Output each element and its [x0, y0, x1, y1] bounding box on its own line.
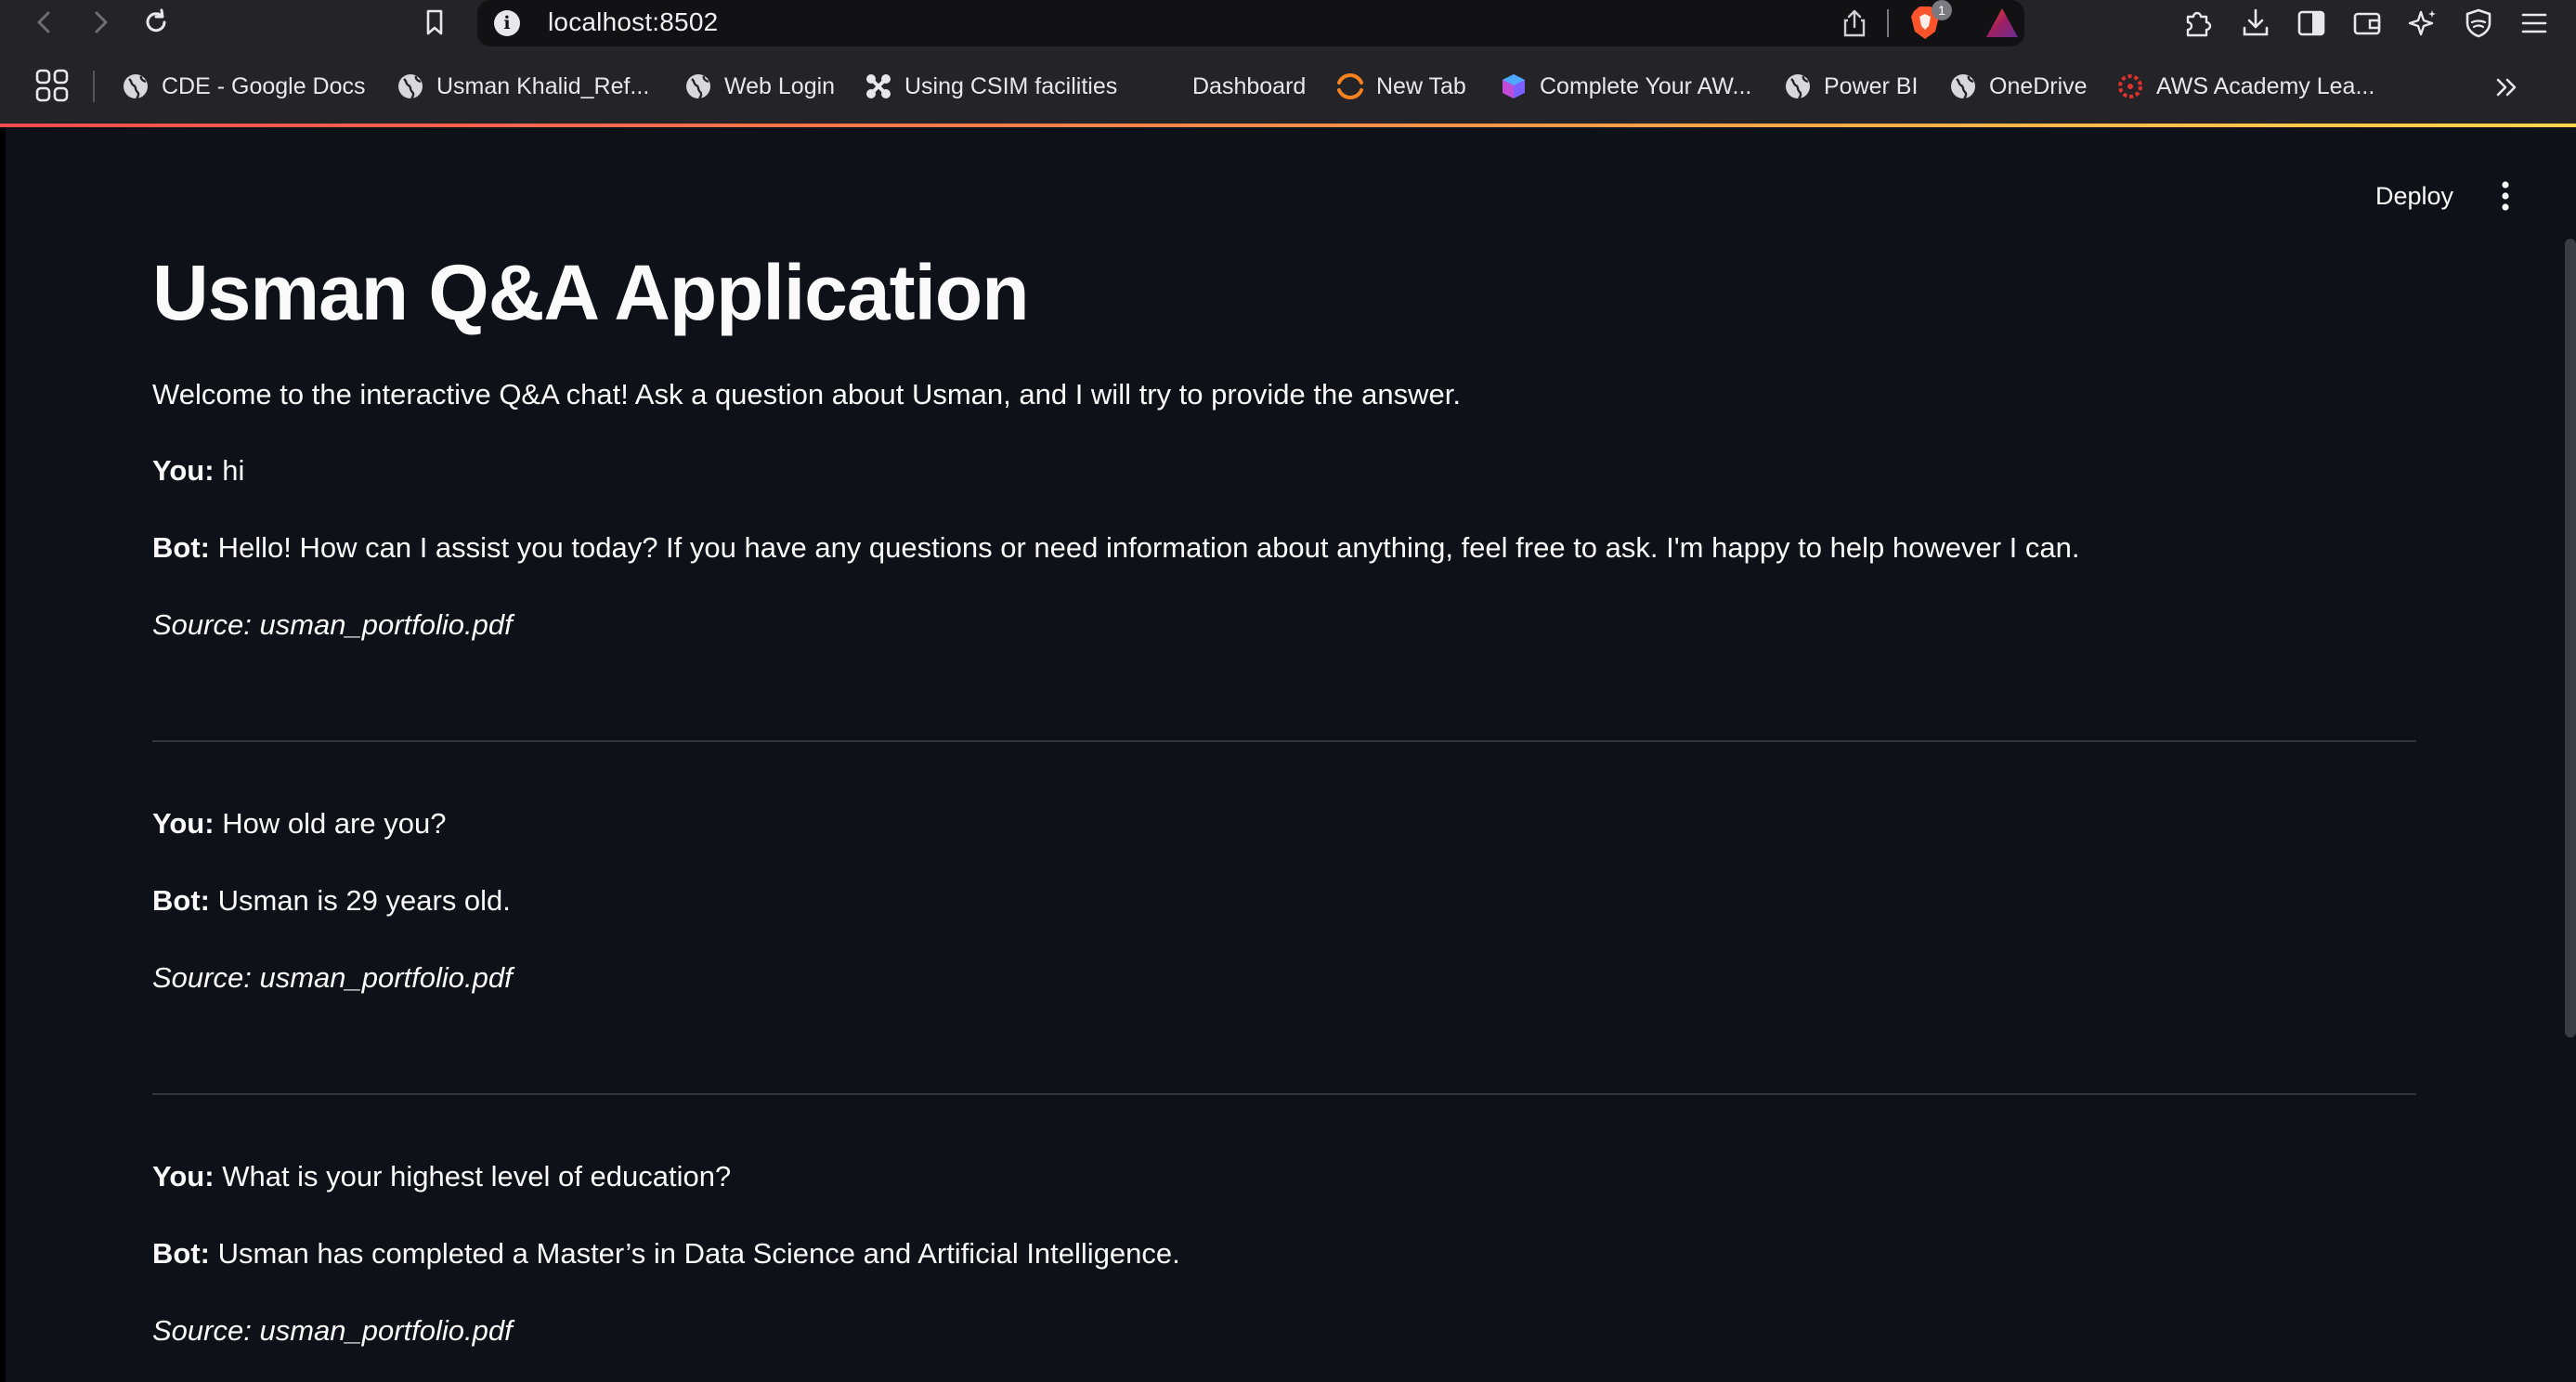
- extensions-icon[interactable]: [2180, 6, 2216, 41]
- reload-icon[interactable]: [139, 6, 173, 39]
- shield-count-badge: 1: [1932, 0, 1952, 20]
- source-text: Source: usman_portfolio.pdf: [152, 608, 513, 641]
- bookmark-label: AWS Academy Lea...: [2156, 72, 2375, 99]
- main-menu-icon[interactable]: [2489, 176, 2522, 216]
- bot-message: Bot: Usman has completed a Master’s in D…: [152, 1237, 1180, 1271]
- bot-message: Bot: Hello! How can I assist you today? …: [152, 531, 2079, 565]
- globe-icon: [686, 74, 710, 99]
- bookmark-icon[interactable]: [418, 6, 451, 39]
- globe-icon: [1786, 74, 1810, 99]
- user-message: You: hi: [152, 454, 244, 488]
- you-label: You:: [152, 1160, 215, 1193]
- globe-icon: [398, 74, 423, 99]
- forward-icon[interactable]: [84, 6, 117, 39]
- bot-label: Bot:: [152, 531, 210, 564]
- cube-icon: [1503, 74, 1525, 98]
- download-icon[interactable]: [2238, 6, 2273, 41]
- globe-icon: [124, 74, 148, 99]
- globe-icon: [1951, 74, 1975, 99]
- bookmarks-separator: [93, 71, 95, 102]
- bookmark-label: Usman Khalid_Ref...: [436, 72, 650, 99]
- bookmark-label: Power BI: [1824, 72, 1919, 99]
- bookmark-item[interactable]: Complete Your AW...: [1499, 69, 1751, 104]
- wallet-icon[interactable]: [2349, 6, 2385, 41]
- window-edge: [0, 127, 6, 1382]
- bookmark-label: OneDrive: [1989, 72, 2088, 99]
- url-text[interactable]: localhost:8502: [548, 7, 718, 37]
- bookmark-item[interactable]: New Tab: [1335, 69, 1466, 104]
- user-message: You: What is your highest level of educa…: [152, 1160, 731, 1193]
- bookmark-item[interactable]: Using CSIM facilities: [864, 69, 1117, 104]
- bot-label: Bot:: [152, 884, 210, 917]
- aws-academy-icon: [2118, 74, 2142, 98]
- deploy-button[interactable]: Deploy: [2359, 172, 2470, 220]
- brave-rewards-icon[interactable]: [1984, 6, 2021, 41]
- bot-label: Bot:: [152, 1237, 210, 1270]
- bookmark-label: Web Login: [724, 72, 836, 99]
- back-icon[interactable]: [28, 6, 61, 39]
- leo-ai-icon[interactable]: [2405, 6, 2440, 41]
- apps-grid-icon[interactable]: [33, 67, 71, 104]
- bookmark-item[interactable]: Power BI: [1783, 69, 1918, 104]
- message-divider: [152, 1093, 2416, 1095]
- bookmark-label: Complete Your AW...: [1540, 72, 1752, 99]
- bot-answer: Usman is 29 years old.: [217, 884, 511, 917]
- joomla-icon: [866, 74, 891, 98]
- message-divider: [152, 740, 2416, 742]
- you-label: You:: [152, 454, 215, 487]
- user-message: You: How old are you?: [152, 807, 446, 841]
- bookmark-label: New Tab: [1376, 72, 1466, 99]
- share-icon[interactable]: [1839, 7, 1870, 39]
- you-label: You:: [152, 807, 215, 840]
- user-question: How old are you?: [222, 807, 447, 840]
- bot-message: Bot: Usman is 29 years old.: [152, 884, 511, 918]
- scrollbar[interactable]: [2565, 239, 2576, 1037]
- source-text: Source: usman_portfolio.pdf: [152, 1314, 513, 1347]
- more-bookmarks-icon[interactable]: [2491, 71, 2524, 104]
- menu-icon[interactable]: [2517, 6, 2552, 41]
- loading-icon: [1337, 73, 1363, 99]
- bookmark-label: Using CSIM facilities: [904, 72, 1118, 99]
- bookmark-item[interactable]: OneDrive: [1948, 69, 2088, 104]
- vpn-shield-icon[interactable]: [2461, 6, 2496, 41]
- url-separator: [1887, 9, 1889, 37]
- address-bar[interactable]: i localhost:8502 1: [477, 0, 2024, 46]
- bookmark-label: CDE - Google Docs: [162, 72, 366, 99]
- user-question: hi: [222, 454, 245, 487]
- bookmarks-bar: CDE - Google Docs Usman Khalid_Ref... We…: [0, 46, 2576, 126]
- source-text: Source: usman_portfolio.pdf: [152, 961, 513, 994]
- blank-icon: [1151, 72, 1181, 101]
- bookmark-item[interactable]: Usman Khalid_Ref...: [396, 69, 649, 104]
- bookmark-item[interactable]: AWS Academy Lea...: [2115, 69, 2374, 104]
- user-question: What is your highest level of education?: [222, 1160, 732, 1193]
- welcome-text: Welcome to the interactive Q&A chat! Ask…: [152, 378, 1461, 411]
- bookmark-label: Dashboard: [1192, 72, 1307, 99]
- browser-toolbar: i localhost:8502 1: [0, 0, 2576, 46]
- app-main: Deploy Usman Q&A Application Welcome to …: [0, 127, 2576, 1382]
- bookmark-item[interactable]: CDE - Google Docs: [121, 69, 366, 104]
- bookmark-item[interactable]: Web Login: [683, 69, 835, 104]
- bot-answer: Usman has completed a Master’s in Data S…: [217, 1237, 1180, 1270]
- sidebar-icon[interactable]: [2294, 6, 2329, 41]
- site-info-icon[interactable]: i: [494, 10, 520, 36]
- bookmark-item[interactable]: Dashboard: [1151, 69, 1306, 104]
- bot-answer: Hello! How can I assist you today? If yo…: [217, 531, 2080, 564]
- page-title: Usman Q&A Application: [152, 249, 1030, 336]
